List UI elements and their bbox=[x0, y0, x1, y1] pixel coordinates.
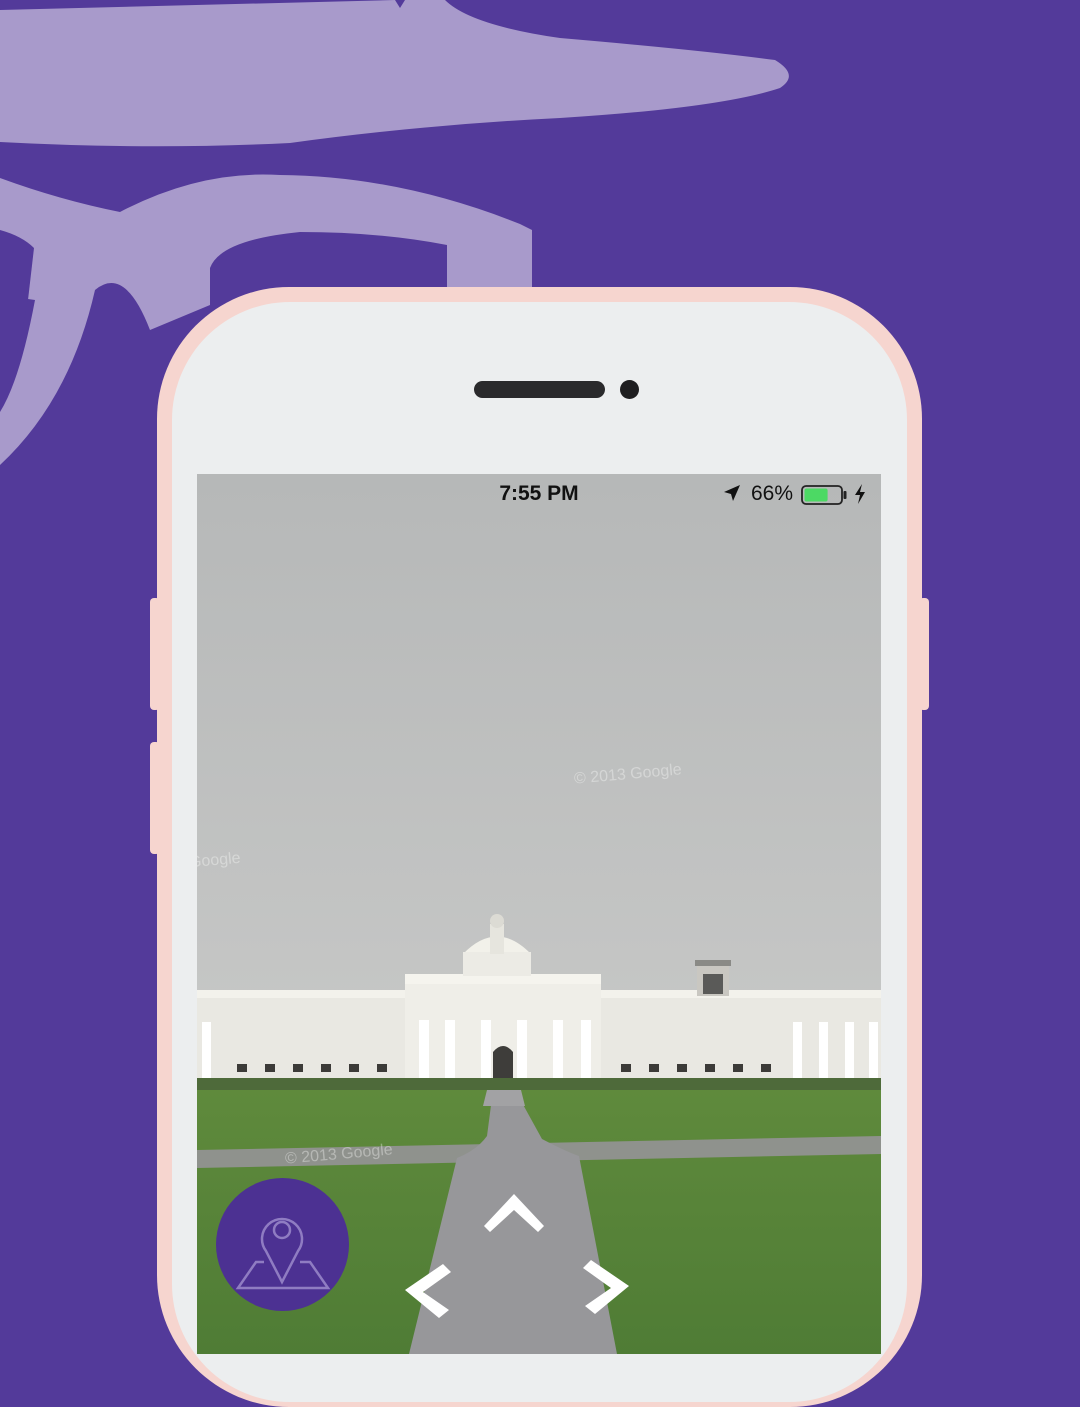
location-arrow-icon bbox=[724, 485, 740, 501]
phone-camera bbox=[620, 380, 639, 399]
map-button[interactable] bbox=[216, 1178, 349, 1311]
map-pin-icon bbox=[235, 1217, 331, 1290]
hat-brim-shape bbox=[0, 0, 789, 147]
right-arrow-icon[interactable] bbox=[581, 1258, 633, 1316]
sky bbox=[197, 474, 881, 1034]
phone-screen: © 2013 Google © 2013 Google Google 7:55 … bbox=[197, 474, 881, 1354]
status-bar: 7:55 PM 66% bbox=[197, 474, 881, 512]
bolt-icon bbox=[855, 484, 865, 504]
battery-percent: 66% bbox=[751, 482, 794, 505]
forward-arrow-icon[interactable] bbox=[482, 1192, 546, 1234]
phone-speaker bbox=[474, 381, 605, 398]
battery-icon bbox=[801, 485, 847, 505]
left-arrow-icon[interactable] bbox=[401, 1262, 453, 1320]
